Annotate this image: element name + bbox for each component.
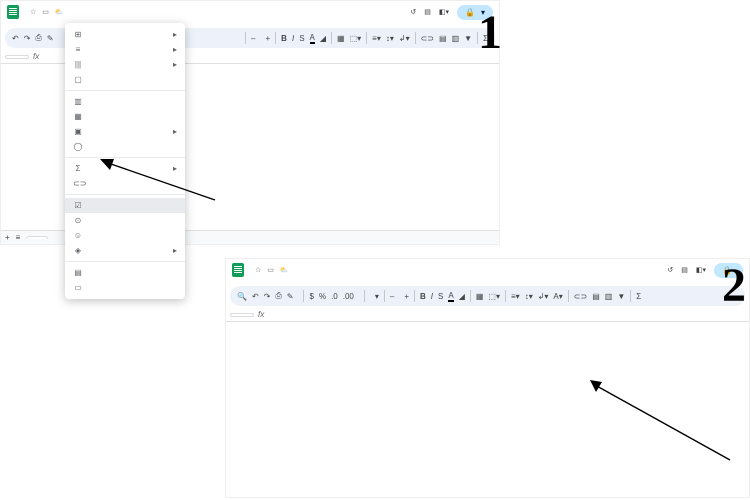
add-sheet[interactable]: + [5, 233, 10, 242]
sheets-logo [7, 5, 19, 19]
function-icon: Σ [73, 164, 83, 173]
sheet-tab[interactable] [26, 236, 48, 239]
wrap-icon[interactable]: ↲▾ [399, 34, 410, 43]
fx-icon: fx [258, 310, 264, 319]
valign-icon[interactable]: ↕▾ [525, 292, 533, 301]
toolbar: 🔍 ↶ ↷ ⎙ ✎ $%.0.00 ▾ –+ B I S A ◢ ▦ ⬚▾ ≡▾… [230, 286, 745, 306]
textcolor-icon[interactable]: A [448, 291, 453, 302]
merge-icon[interactable]: ⬚▾ [350, 34, 362, 43]
halign-icon[interactable]: ≡▾ [511, 292, 520, 301]
print-icon[interactable]: ⎙ [275, 291, 281, 301]
menu-image[interactable]: ▣▸ [65, 124, 185, 139]
history-icon[interactable]: ↺ [410, 8, 416, 16]
lock-icon: 🔒 [465, 8, 475, 17]
star-icon: ☆ [30, 9, 36, 16]
print-icon[interactable]: ⎙ [35, 33, 41, 43]
borders-icon[interactable]: ▦ [337, 34, 345, 43]
menu-rows[interactable]: ≡▸ [65, 42, 185, 57]
link-icon[interactable]: ⊂⊃ [421, 34, 434, 43]
history-icon[interactable]: ↺ [667, 266, 673, 274]
menu-cells[interactable]: ⊞▸ [65, 27, 185, 42]
menu-comment[interactable]: ▤ [65, 265, 185, 280]
chart-icon[interactable]: ▥ [605, 292, 613, 301]
chips-icon: ◈ [73, 246, 83, 255]
wrap-icon[interactable]: ↲▾ [538, 292, 549, 301]
meet-icon[interactable]: ◧▾ [439, 8, 449, 16]
paint-icon[interactable]: ✎ [47, 34, 54, 43]
redo-icon[interactable]: ↷ [264, 292, 271, 301]
comment-icon: ▤ [73, 268, 83, 277]
image-icon: ▣ [73, 127, 83, 136]
comment-icon[interactable]: ▤ [439, 34, 447, 43]
comments-icon[interactable]: ▤ [424, 8, 431, 16]
undo-icon[interactable]: ↶ [252, 292, 259, 301]
menu-note[interactable]: ▭ [65, 280, 185, 295]
cloud-icon: ⛅ [55, 9, 64, 16]
arrow-1 [100, 155, 220, 205]
folder-icon: ▭ [267, 267, 274, 274]
meet-icon[interactable]: ◧▾ [696, 266, 706, 274]
cloud-icon: ⛅ [280, 267, 289, 274]
halign-icon[interactable]: ≡▾ [372, 34, 381, 43]
link-icon: ⊂⊃ [73, 179, 83, 188]
paint-icon[interactable]: ✎ [287, 292, 294, 301]
textcolor-icon[interactable]: A [310, 33, 315, 44]
menu-smartchips[interactable]: ◈▸ [65, 243, 185, 258]
bold-icon[interactable]: B [420, 292, 426, 301]
sheets-logo [232, 263, 244, 277]
bold-icon[interactable]: B [281, 34, 287, 43]
chart-icon[interactable]: ▥ [452, 34, 460, 43]
sheet-icon: ▢ [73, 75, 83, 84]
italic-icon[interactable]: I [292, 34, 294, 43]
star-icon: ☆ [255, 267, 261, 274]
pivot-icon: ▦ [73, 112, 83, 121]
borders-icon[interactable]: ▦ [476, 292, 484, 301]
redo-icon[interactable]: ↷ [24, 34, 31, 43]
italic-icon[interactable]: I [431, 292, 433, 301]
cols-icon: ||| [73, 60, 83, 69]
chart-icon: ▥ [73, 97, 83, 106]
menu-emoji[interactable]: ☺ [65, 228, 185, 243]
drawing-icon: ◯ [73, 142, 83, 151]
filter-icon[interactable]: ▼ [617, 292, 625, 301]
menu-sheet[interactable]: ▢ [65, 72, 185, 87]
valign-icon[interactable]: ↕▾ [386, 34, 394, 43]
name-box[interactable] [5, 55, 29, 59]
annotation-1: 1 [478, 5, 502, 60]
comment-icon[interactable]: ▤ [592, 292, 600, 301]
name-box[interactable] [230, 313, 254, 317]
arrow-2 [590, 380, 740, 470]
folder-icon: ▭ [42, 9, 49, 16]
search-icon[interactable]: 🔍 [237, 292, 247, 301]
checkbox-icon: ☑ [73, 201, 83, 210]
note-icon: ▭ [73, 283, 83, 292]
dropdown-icon: ⊙ [73, 216, 83, 225]
rows-icon: ≡ [73, 45, 83, 54]
menu-pivot[interactable]: ▦ [65, 109, 185, 124]
cells-icon: ⊞ [73, 30, 83, 39]
strike-icon[interactable]: S [299, 34, 304, 43]
menu-dropdown[interactable]: ⊙ [65, 213, 185, 228]
link-icon[interactable]: ⊂⊃ [574, 292, 587, 301]
filter-icon[interactable]: ▼ [464, 34, 472, 43]
all-sheets[interactable]: ≡ [16, 233, 21, 242]
strike-icon[interactable]: S [438, 292, 443, 301]
fx-icon: fx [33, 52, 39, 61]
merge-icon[interactable]: ⬚▾ [488, 292, 500, 301]
comments-icon[interactable]: ▤ [681, 266, 688, 274]
emoji-icon: ☺ [73, 231, 83, 240]
annotation-2: 2 [722, 258, 746, 313]
menu-columns[interactable]: |||▸ [65, 57, 185, 72]
menu-chart[interactable]: ▥ [65, 94, 185, 109]
functions-icon[interactable]: Σ [636, 292, 641, 301]
fill-icon[interactable]: ◢ [320, 34, 326, 43]
undo-icon[interactable]: ↶ [12, 34, 19, 43]
fill-icon[interactable]: ◢ [459, 292, 465, 301]
menu-drawing[interactable]: ◯ [65, 139, 185, 154]
